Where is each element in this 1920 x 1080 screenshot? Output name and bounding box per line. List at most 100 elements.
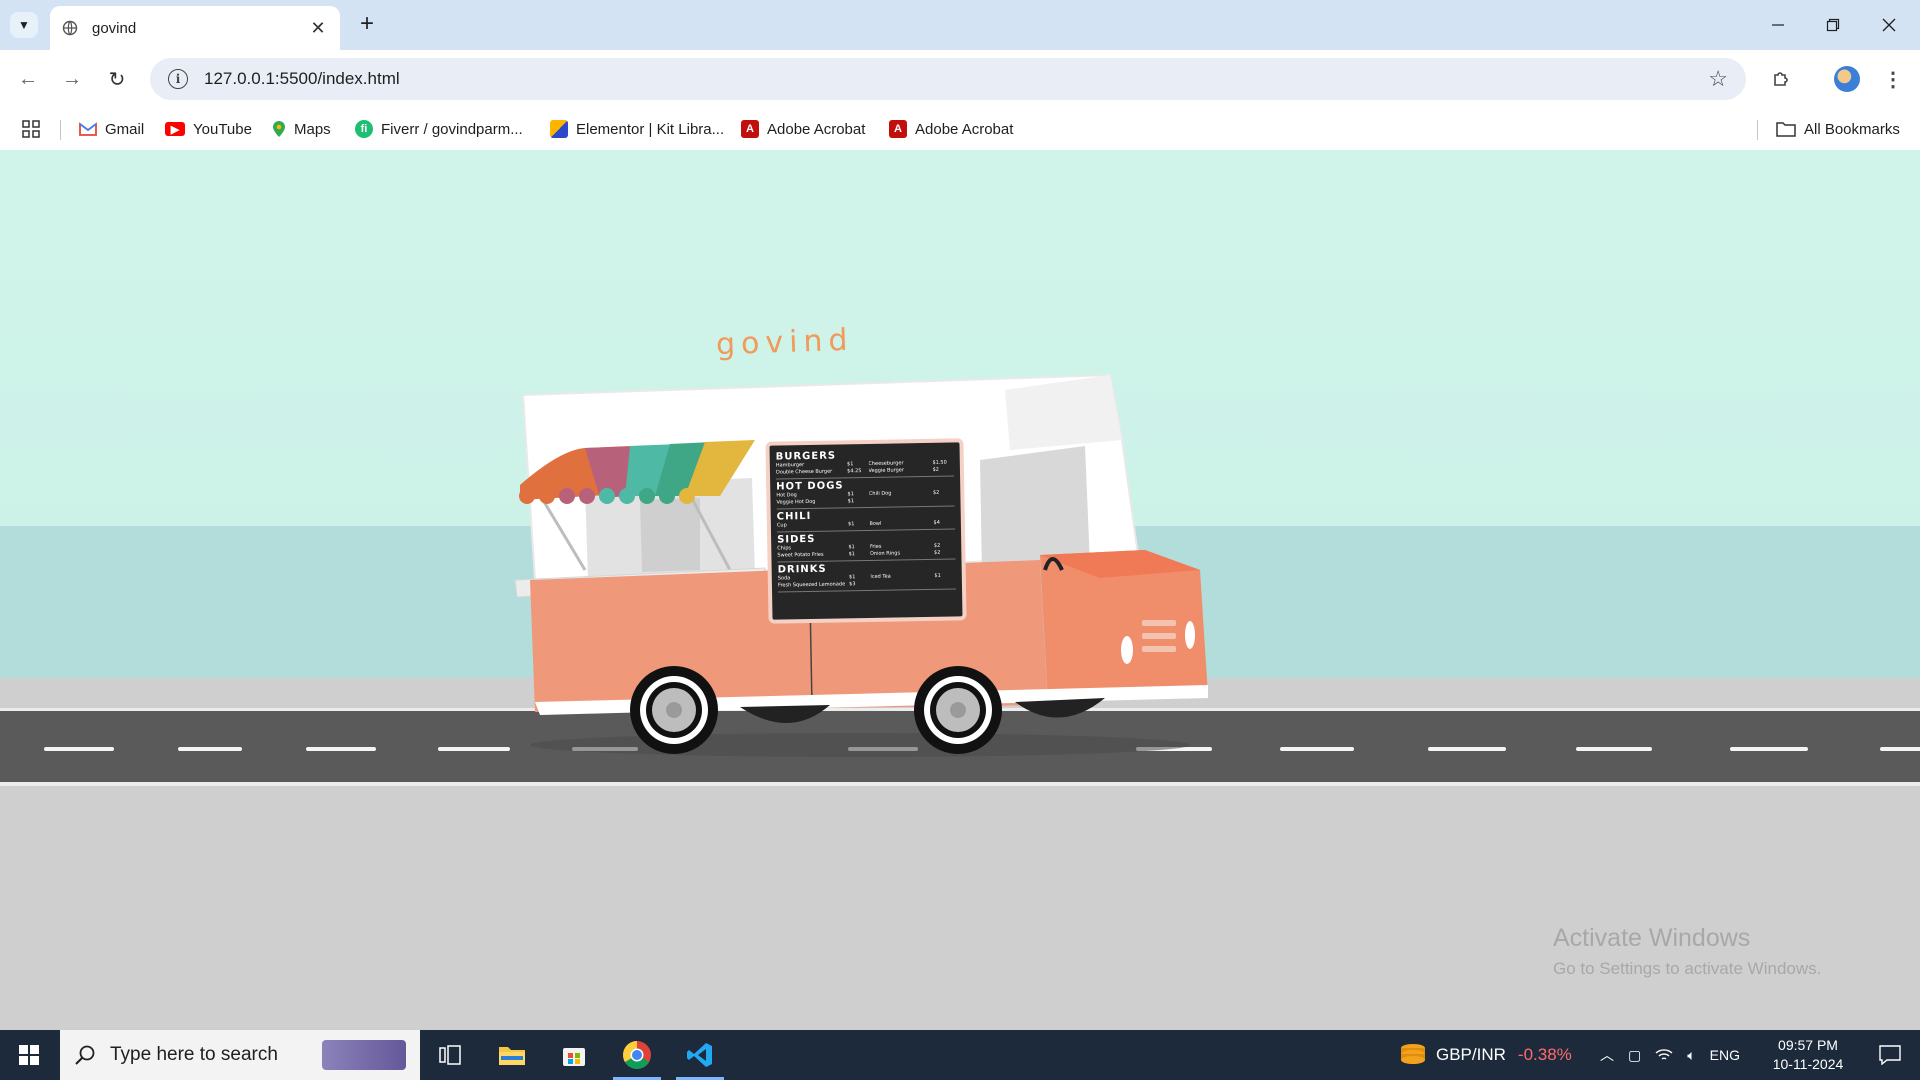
back-button[interactable]: ←: [12, 63, 44, 95]
menu-item-price: $3: [849, 581, 856, 588]
awning-scallops: [519, 488, 695, 504]
activate-windows-watermark: Activate Windows Go to Settings to activ…: [1553, 924, 1821, 979]
menu-item-price: $4: [933, 519, 940, 526]
language-indicator[interactable]: ENG: [1710, 1047, 1740, 1063]
menu-item-price: $2: [932, 466, 939, 473]
menu-section: SIDES Chips $1 Fries $2 Sweet Potato Fries $1 O…: [777, 530, 956, 563]
chevron-down-icon: ▼: [18, 18, 30, 32]
menu-item-name: Fresh Squeezed Lemonade: [777, 581, 846, 589]
bookmark-label: Gmail: [105, 120, 145, 138]
taskbar-search[interactable]: Type here to search: [60, 1030, 420, 1080]
bookmark-star-icon[interactable]: ☆: [1708, 66, 1728, 92]
browser-toolbar: ← → ↻ i 127.0.0.1:5500/index.html ☆ ⋮: [0, 50, 1920, 108]
menu-item-price: [934, 579, 955, 586]
bookmarks-bar: Gmail ▶ YouTube Maps fi Fiverr / govindp…: [0, 108, 1920, 150]
grille-bar: [1142, 633, 1176, 639]
url-text[interactable]: 127.0.0.1:5500/index.html: [204, 69, 400, 89]
bookmark-elementor[interactable]: Elementor | Kit Libra...: [550, 108, 724, 150]
meet-now-icon[interactable]: ▢: [1628, 1047, 1641, 1064]
microsoft-store-button[interactable]: [544, 1030, 604, 1080]
search-highlight-icon: [322, 1040, 406, 1070]
menu-item-name: Sweet Potato Fries: [777, 551, 824, 559]
tab-close-icon[interactable]: ✕: [308, 18, 328, 39]
bookmark-youtube[interactable]: ▶ YouTube: [165, 108, 252, 150]
chevron-up-icon[interactable]: ︿: [1600, 1045, 1614, 1065]
wifi-icon[interactable]: [1655, 1048, 1673, 1062]
menu-section: CHILI Cup $1 Bowl $4: [776, 507, 955, 533]
chrome-taskbar-button[interactable]: [607, 1030, 667, 1080]
bookmark-gmail[interactable]: Gmail: [79, 108, 144, 150]
globe-icon: [62, 20, 78, 36]
restore-button[interactable]: [1810, 8, 1856, 42]
menu-section: BURGERS Hamburger $1 Cheeseburger $1.50 Doubl…: [775, 447, 955, 480]
task-view-button[interactable]: [420, 1030, 480, 1080]
bookmark-maps[interactable]: Maps: [272, 108, 331, 150]
bookmark-fiverr[interactable]: fi Fiverr / govindparm...: [355, 108, 523, 150]
extensions-button[interactable]: [1764, 63, 1798, 95]
headlight: [1185, 621, 1195, 649]
restore-icon: [1826, 18, 1840, 32]
clock-time: 09:57 PM: [1778, 1037, 1838, 1053]
truck-brand-text: govind: [715, 322, 855, 363]
volume-icon[interactable]: 🔈︎: [1687, 1047, 1695, 1064]
windows-taskbar: Type here to search GBP/INR -0.38% ︿ ▢ 🔈…: [0, 1030, 1920, 1080]
address-bar[interactable]: i 127.0.0.1:5500/index.html ☆: [150, 58, 1746, 100]
bookmark-separator: [60, 120, 61, 140]
search-placeholder: Type here to search: [110, 1044, 278, 1065]
vscode-taskbar-button[interactable]: [670, 1030, 730, 1080]
bookmark-label: Adobe Acrobat: [767, 120, 866, 138]
menu-item-name: Double Cheese Burger: [775, 468, 833, 476]
all-bookmarks-button[interactable]: All Bookmarks: [1776, 108, 1900, 150]
vscode-icon: [687, 1043, 712, 1067]
file-explorer-button[interactable]: [482, 1030, 542, 1080]
notification-center-button[interactable]: [1866, 1030, 1914, 1080]
watermark-title: Activate Windows: [1553, 924, 1751, 952]
folder-icon: [499, 1047, 525, 1065]
close-window-button[interactable]: [1866, 8, 1912, 42]
menu-item-name: [869, 497, 933, 505]
bookmark-label: Adobe Acrobat: [915, 120, 1014, 138]
puzzle-icon: [1774, 72, 1788, 86]
more-vertical-icon: ⋮: [1883, 68, 1903, 91]
clock[interactable]: 09:57 PM 10-11-2024: [1768, 1030, 1848, 1080]
apps-grid-icon: [22, 120, 40, 138]
menu-item-price: $1: [847, 498, 855, 505]
task-view-icon: [439, 1045, 461, 1065]
menu-item-name: Veggie Hot Dog: [776, 498, 816, 506]
stock-ticker-widget[interactable]: GBP/INR -0.38%: [1398, 1030, 1572, 1080]
minimize-button[interactable]: [1755, 8, 1801, 42]
start-button[interactable]: [0, 1030, 58, 1080]
menu-item-name: Cup: [776, 522, 787, 529]
bookmark-label: Elementor | Kit Libra...: [576, 120, 725, 138]
arrow-left-icon: ←: [18, 67, 38, 90]
coins-icon: [1401, 1044, 1425, 1064]
watermark-subtitle: Go to Settings to activate Windows.: [1553, 959, 1822, 978]
profile-button[interactable]: [1830, 63, 1864, 95]
close-icon: [1882, 18, 1896, 32]
front-wheel: [914, 666, 1002, 754]
menu-item-price: $1: [848, 521, 855, 528]
forward-button[interactable]: →: [56, 63, 88, 95]
apps-button[interactable]: [22, 108, 40, 150]
menu-button[interactable]: ⋮: [1876, 63, 1910, 95]
active-tab[interactable]: govind ✕: [50, 6, 340, 50]
menu-item-name: Veggie Burger: [868, 467, 904, 474]
tab-search-button[interactable]: ▼: [10, 12, 38, 38]
reload-button[interactable]: ↻: [101, 63, 133, 95]
youtube-icon: ▶: [165, 122, 185, 136]
bookmark-label: Maps: [294, 120, 331, 138]
tab-title: govind: [92, 19, 137, 37]
minimize-icon: [1772, 24, 1784, 26]
truck-shadow: [530, 733, 1190, 757]
bookmark-acrobat-2[interactable]: A Adobe Acrobat: [889, 108, 1013, 150]
bookmark-acrobat-1[interactable]: A Adobe Acrobat: [741, 108, 865, 150]
new-tab-button[interactable]: +: [354, 12, 380, 38]
acrobat-icon: A: [889, 120, 907, 138]
site-info-icon[interactable]: i: [168, 69, 188, 89]
menu-item-price: $4.25: [847, 468, 862, 475]
search-icon: [75, 1045, 95, 1065]
menu-section: DRINKS Soda $1 Iced Tea $1 Fresh Squeezed Lem…: [777, 560, 957, 593]
windows-logo-icon: [19, 1045, 39, 1065]
acrobat-icon: A: [741, 120, 759, 138]
menu-item-name: Bowl: [869, 520, 882, 527]
